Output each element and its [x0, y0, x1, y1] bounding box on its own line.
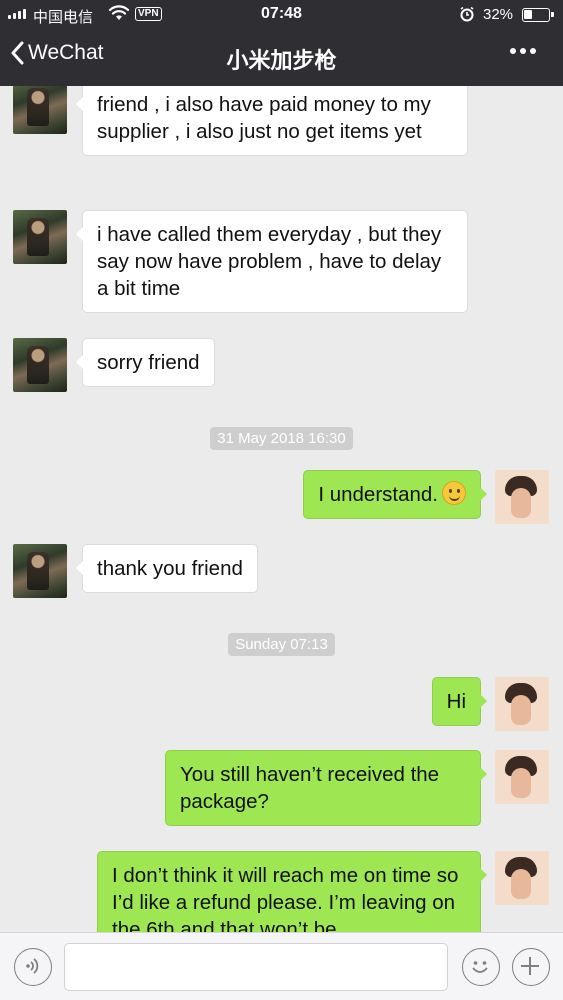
friend-avatar[interactable] [13, 86, 67, 134]
my-avatar[interactable] [495, 851, 549, 905]
emoji-button[interactable] [462, 948, 500, 986]
outgoing-message[interactable]: Hi [431, 677, 488, 726]
chat-area[interactable]: friend , i also have paid money to my su… [0, 86, 563, 932]
chat-title: 小米加步枪 [226, 48, 337, 73]
more-options-button[interactable] [510, 48, 536, 54]
incoming-message[interactable]: sorry friend [76, 338, 215, 387]
outgoing-message[interactable]: I understand. [303, 470, 487, 519]
friend-avatar[interactable] [13, 338, 67, 392]
friend-avatar[interactable] [13, 210, 67, 264]
status-bar: 中国电信 VPN 07:48 32% [0, 0, 563, 30]
smile-emoji-icon [442, 481, 466, 505]
more-icon [510, 48, 516, 54]
voice-button[interactable] [14, 948, 52, 986]
top-bar: 中国电信 VPN 07:48 32% WeChat 小米加步枪 [0, 0, 563, 86]
more-functions-button[interactable] [512, 948, 550, 986]
input-bar [0, 932, 563, 1000]
my-avatar[interactable] [495, 677, 549, 731]
plus-icon [521, 957, 539, 975]
message-input[interactable] [64, 943, 448, 991]
battery-icon [522, 8, 554, 22]
my-avatar[interactable] [495, 470, 549, 524]
timestamp: 31 May 2018 16:30 [0, 427, 563, 450]
nav-bar: WeChat 小米加步枪 [0, 30, 563, 86]
alarm-icon [460, 6, 474, 22]
voice-icon [26, 958, 39, 974]
outgoing-message[interactable]: I don’t think it will reach me on time s… [97, 851, 487, 932]
incoming-message[interactable]: thank you friend [76, 544, 258, 593]
clock: 07:48 [261, 5, 302, 22]
incoming-message[interactable]: i have called them everyday , but they s… [76, 210, 468, 313]
friend-avatar[interactable] [13, 544, 67, 598]
battery-percent: 32% [483, 6, 514, 23]
message-text: I understand. [318, 483, 438, 506]
my-avatar[interactable] [495, 750, 549, 804]
incoming-message[interactable]: friend , i also have paid money to my su… [76, 86, 468, 156]
timestamp: Sunday 07:13 [0, 633, 563, 656]
emoji-icon [472, 961, 488, 973]
outgoing-message[interactable]: You still haven’t received the package? [165, 750, 487, 826]
